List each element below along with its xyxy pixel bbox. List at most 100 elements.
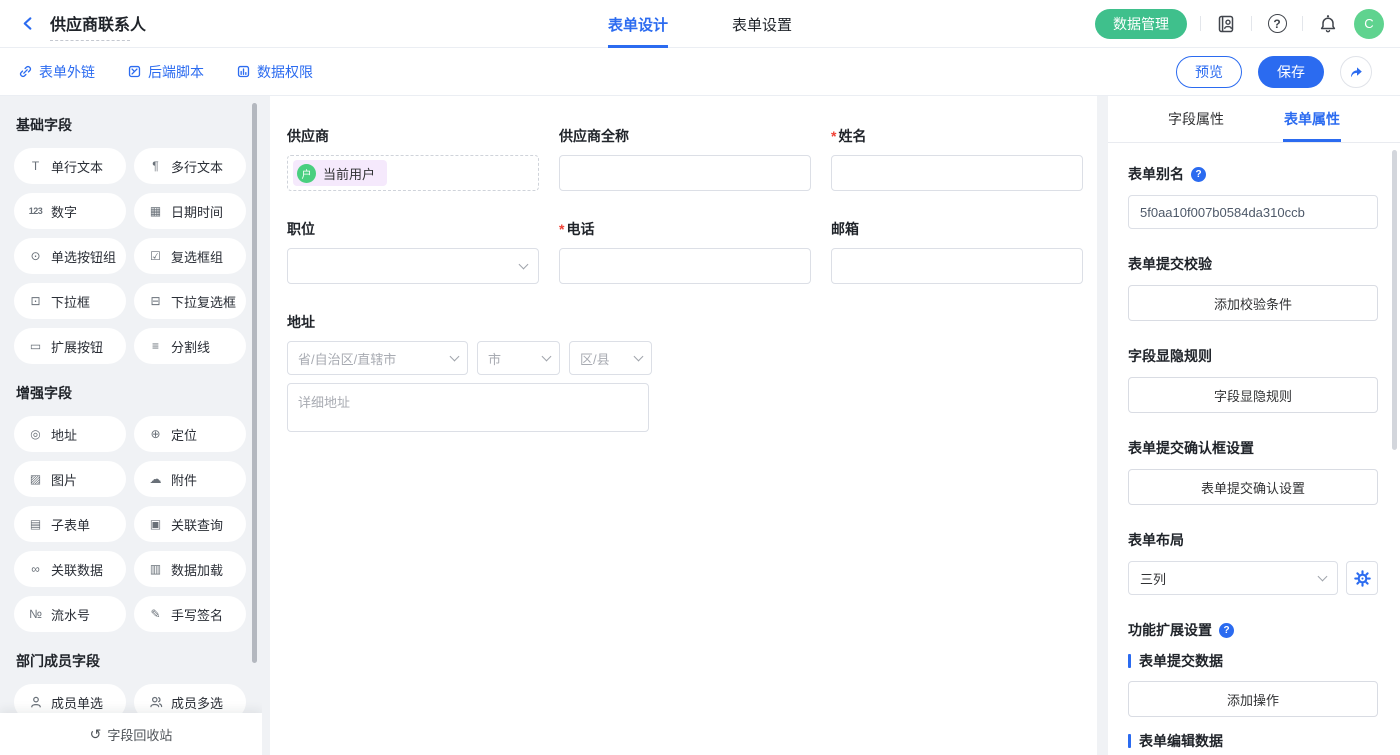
toolbar-right: 预览 保存 — [1176, 56, 1372, 88]
field-pill-address[interactable]: ◎地址 — [14, 416, 126, 452]
chevron-down-icon — [450, 351, 460, 361]
section-extension-settings: 功能扩展设置 ? 表单提交数据 添加操作 表单编辑数据 添加操作 — [1128, 620, 1378, 755]
data-manage-button[interactable]: 数据管理 — [1095, 9, 1187, 39]
field-pill-checkbox-group[interactable]: ☑复选框组 — [134, 238, 246, 274]
section-form-alias: 表单别名 ? — [1128, 164, 1378, 229]
user-avatar[interactable]: C — [1354, 9, 1384, 39]
toolbar-links: 表单外链 后端脚本 数据权限 — [18, 62, 313, 82]
app-header: 供应商联系人 表单设计 表单设置 数据管理 ? C — [0, 0, 1400, 48]
header-right: 数据管理 ? C — [1095, 9, 1384, 39]
contact-book-icon[interactable] — [1214, 12, 1238, 36]
name-input[interactable] — [831, 155, 1083, 191]
backend-script-link[interactable]: 后端脚本 — [127, 62, 204, 82]
field-recycle-bin-button[interactable]: ↺ 字段回收站 — [0, 713, 262, 755]
field-pill-attachment[interactable]: ☁附件 — [134, 461, 246, 497]
help-icon[interactable]: ? — [1191, 167, 1206, 182]
city-select[interactable]: 市 — [477, 341, 560, 375]
accent-bar — [1128, 654, 1131, 668]
form-design-canvas[interactable]: 供应商 户 当前用户 供应商全称 *姓名 职位 — [270, 96, 1097, 755]
field-label: 邮箱 — [831, 219, 1083, 239]
field-pill-relation-data[interactable]: ∞关联数据 — [14, 551, 126, 587]
data-permission-icon — [236, 64, 251, 79]
field-supplier[interactable]: 供应商 户 当前用户 — [287, 126, 539, 191]
field-supplier-fullname[interactable]: 供应商全称 — [559, 126, 811, 191]
field-pill-subform[interactable]: ▤子表单 — [14, 506, 126, 542]
field-pill-single-line-text[interactable]: T单行文本 — [14, 148, 126, 184]
properties-panel: 字段属性 表单属性 表单别名 ? 表单提交校验 添加校验条件 字段显隐规则 字段… — [1108, 96, 1400, 755]
tab-form-design[interactable]: 表单设计 — [608, 0, 668, 48]
number-icon: 123 — [27, 206, 44, 216]
form-layout-select[interactable]: 三列 — [1128, 561, 1338, 595]
panel-scrollbar[interactable] — [1392, 150, 1397, 450]
supplier-fullname-input[interactable] — [559, 155, 811, 191]
form-external-link[interactable]: 表单外链 — [18, 62, 95, 82]
address-detail-textarea[interactable] — [287, 383, 649, 432]
panel-tabs: 字段属性 表单属性 — [1108, 96, 1400, 143]
field-pill-select[interactable]: ⊡下拉框 — [14, 283, 126, 319]
field-visibility-rules-button[interactable]: 字段显隐规则 — [1128, 377, 1378, 413]
data-permission-link[interactable]: 数据权限 — [236, 62, 313, 82]
back-button[interactable] — [16, 12, 40, 36]
gear-icon — [1354, 570, 1371, 587]
help-icon[interactable]: ? — [1265, 12, 1289, 36]
share-button[interactable] — [1340, 56, 1372, 88]
field-pill-geolocation[interactable]: ⊕定位 — [134, 416, 246, 452]
field-address[interactable]: 地址 省/自治区/直辖市 市 区/县 — [287, 312, 811, 437]
field-pill-image[interactable]: ▨图片 — [14, 461, 126, 497]
page-title[interactable]: 供应商联系人 — [50, 11, 146, 37]
section-title-member-fields: 部门成员字段 — [16, 651, 246, 671]
chevron-down-icon — [542, 351, 552, 361]
form-toolbar: 表单外链 后端脚本 数据权限 预览 保存 — [0, 48, 1400, 96]
field-pill-divider-line[interactable]: ≡分割线 — [134, 328, 246, 364]
select-icon: ⊡ — [27, 294, 44, 308]
required-mark: * — [831, 128, 836, 144]
script-icon — [127, 64, 142, 79]
province-select[interactable]: 省/自治区/直辖市 — [287, 341, 468, 375]
save-button[interactable]: 保存 — [1258, 56, 1324, 88]
section-title-enhanced-fields: 增强字段 — [16, 383, 246, 403]
position-select[interactable] — [287, 248, 539, 284]
field-pill-extend-button[interactable]: ▭扩展按钮 — [14, 328, 126, 364]
tab-form-settings[interactable]: 表单设置 — [732, 0, 792, 48]
field-position[interactable]: 职位 — [287, 219, 539, 284]
add-submit-action-button[interactable]: 添加操作 — [1128, 681, 1378, 717]
preview-button[interactable]: 预览 — [1176, 56, 1242, 88]
relation-data-icon: ∞ — [27, 562, 44, 576]
field-pill-radio-group[interactable]: ⊙单选按钮组 — [14, 238, 126, 274]
field-name[interactable]: *姓名 — [831, 126, 1083, 191]
field-pill-serial-number[interactable]: №流水号 — [14, 596, 126, 632]
field-pill-number[interactable]: 123数字 — [14, 193, 126, 229]
chevron-down-icon — [519, 259, 529, 269]
back-chevron-icon — [20, 15, 37, 32]
target-icon: ⊕ — [147, 427, 164, 441]
district-select[interactable]: 区/县 — [569, 341, 652, 375]
multi-line-text-icon: ¶ — [147, 159, 164, 173]
section-field-visibility: 字段显隐规则 字段显隐规则 — [1128, 346, 1378, 413]
section-title-basic-fields: 基础字段 — [16, 115, 246, 135]
layout-settings-button[interactable] — [1346, 561, 1378, 595]
form-alias-input[interactable] — [1128, 195, 1378, 229]
help-icon[interactable]: ? — [1219, 623, 1234, 638]
field-phone[interactable]: *电话 — [559, 219, 811, 284]
sidebar-scrollbar[interactable] — [252, 103, 257, 663]
divider-line-icon: ≡ — [147, 339, 164, 353]
submit-confirm-settings-button[interactable]: 表单提交确认设置 — [1128, 469, 1378, 505]
tab-field-properties[interactable]: 字段属性 — [1166, 96, 1226, 142]
field-pill-multi-select[interactable]: ⊟下拉复选框 — [134, 283, 246, 319]
notification-bell-icon[interactable] — [1316, 12, 1340, 36]
subsection-edit-data: 表单编辑数据 添加操作 — [1128, 731, 1378, 755]
divider — [1200, 16, 1201, 31]
checkbox-icon: ☑ — [147, 249, 164, 263]
field-email[interactable]: 邮箱 — [831, 219, 1083, 284]
email-input[interactable] — [831, 248, 1083, 284]
field-pill-data-loading[interactable]: ▥数据加载 — [134, 551, 246, 587]
phone-input[interactable] — [559, 248, 811, 284]
supplier-relation-input[interactable]: 户 当前用户 — [287, 155, 539, 191]
current-user-tag[interactable]: 户 当前用户 — [293, 160, 387, 186]
add-validation-condition-button[interactable]: 添加校验条件 — [1128, 285, 1378, 321]
field-pill-relation-query[interactable]: ▣关联查询 — [134, 506, 246, 542]
field-pill-handwritten-signature[interactable]: ✎手写签名 — [134, 596, 246, 632]
tab-form-properties[interactable]: 表单属性 — [1282, 96, 1342, 142]
field-pill-multi-line-text[interactable]: ¶多行文本 — [134, 148, 246, 184]
field-pill-datetime[interactable]: ▦日期时间 — [134, 193, 246, 229]
